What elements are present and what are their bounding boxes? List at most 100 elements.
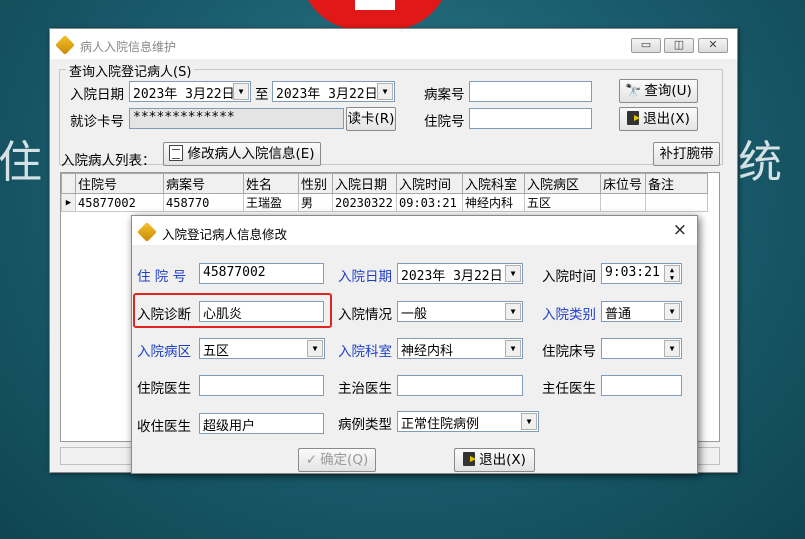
- diagnosis-highlight-box: [133, 293, 332, 328]
- dlg-resident-input[interactable]: [199, 375, 324, 396]
- dlg-admit-date-picker[interactable]: 2023年 3月22日 ▼: [397, 263, 523, 284]
- table-cell[interactable]: [645, 193, 708, 212]
- chevron-down-icon[interactable]: ▼: [664, 303, 680, 320]
- table-cell[interactable]: 王瑞盈: [243, 193, 299, 212]
- card-no-label: 就诊卡号: [70, 114, 124, 130]
- background-text-right: 统: [738, 137, 782, 188]
- chevron-down-icon[interactable]: ▼: [233, 83, 249, 100]
- case-no-input[interactable]: [469, 81, 592, 102]
- dlg-dept-label: 入院科室: [338, 344, 392, 360]
- dlg-condition-select[interactable]: 一般 ▼: [397, 301, 523, 322]
- table-cell[interactable]: 20230322: [332, 193, 397, 212]
- edit-admission-label: 修改病人入院信息(E): [187, 146, 315, 162]
- dlg-admit-date-label: 入院日期: [338, 269, 392, 285]
- dlg-condition-label: 入院情况: [338, 307, 392, 323]
- dlg-category-label: 入院类别: [542, 307, 596, 323]
- confirm-button-label: 确定(Q): [320, 452, 369, 468]
- table-row[interactable]: ▶ 45877002 458770 王瑞盈 男 20230322 09:03:2…: [61, 193, 708, 212]
- column-header[interactable]: 入院日期: [332, 173, 397, 194]
- query-group-legend: 查询入院登记病人(S): [66, 61, 195, 80]
- to-label: 至: [255, 87, 269, 103]
- table-cell[interactable]: [600, 193, 646, 212]
- column-header[interactable]: 入院病区: [524, 173, 601, 194]
- chevron-down-icon[interactable]: ▼: [505, 340, 521, 357]
- checkmark-icon: ✓: [305, 452, 318, 468]
- date-from-picker[interactable]: 2023年 3月22日 ▼: [129, 81, 251, 102]
- close-button[interactable]: ✕: [698, 38, 728, 53]
- dlg-ward-select[interactable]: 五区 ▼: [199, 338, 325, 359]
- dlg-attending-input[interactable]: [397, 375, 523, 396]
- table-cell[interactable]: 男: [298, 193, 333, 212]
- column-header[interactable]: 姓名: [243, 173, 299, 194]
- indicator-header: [61, 173, 76, 194]
- chevron-down-icon[interactable]: ▼: [505, 303, 521, 320]
- dlg-admitting-label: 收住医生: [137, 419, 191, 435]
- column-header[interactable]: 备注: [645, 173, 708, 194]
- query-button[interactable]: 🔭 查询(U): [619, 79, 698, 103]
- column-header[interactable]: 病案号: [163, 173, 244, 194]
- dlg-ward-label: 入院病区: [137, 344, 191, 360]
- dlg-admit-time-spinner[interactable]: 9:03:21 ▲ ▼: [601, 263, 682, 284]
- spinner-updown-icon[interactable]: ▲ ▼: [664, 265, 680, 282]
- dlg-inpatient-no-input[interactable]: 45877002: [199, 263, 324, 284]
- read-card-button[interactable]: 读卡(R): [346, 107, 396, 131]
- dialog-close-icon[interactable]: ×: [673, 220, 687, 240]
- exit-button-label: 退出(X): [643, 111, 690, 127]
- table-cell[interactable]: 45877002: [75, 193, 164, 212]
- dialog-exit-button[interactable]: 退出(X): [454, 448, 535, 472]
- dlg-category-select[interactable]: 普通 ▼: [601, 301, 682, 322]
- main-window-title: 病人入院信息维护: [80, 40, 177, 54]
- main-titlebar: 病人入院信息维护 ▭ ◫ ✕: [50, 29, 737, 59]
- minimize-button[interactable]: ▭: [631, 38, 661, 53]
- table-cell[interactable]: 09:03:21: [396, 193, 463, 212]
- column-header[interactable]: 入院时间: [396, 173, 463, 194]
- dlg-inpatient-no-label: 住 院 号: [137, 269, 187, 285]
- inpatient-no-input[interactable]: [469, 108, 592, 129]
- exit-door-icon: [463, 452, 477, 466]
- dlg-bed-select[interactable]: ▼: [601, 338, 682, 359]
- reprint-wristband-button[interactable]: 补打腕带: [653, 142, 720, 166]
- dlg-case-type-select[interactable]: 正常住院病例 ▼: [397, 411, 539, 432]
- dlg-condition-value: 一般: [401, 307, 428, 322]
- exit-button[interactable]: 退出(X): [619, 107, 698, 131]
- edit-admission-button[interactable]: 修改病人入院信息(E): [163, 142, 321, 166]
- inpatient-no-label: 住院号: [424, 114, 465, 130]
- date-to-value: 2023年 3月22日: [276, 87, 378, 102]
- table-cell[interactable]: 五区: [524, 193, 601, 212]
- dialog-exit-label: 退出(X): [479, 452, 526, 468]
- date-to-picker[interactable]: 2023年 3月22日 ▼: [272, 81, 395, 102]
- maximize-button[interactable]: ◫: [664, 38, 694, 53]
- dlg-case-type-value: 正常住院病例: [401, 417, 480, 432]
- dlg-admit-time-label: 入院时间: [542, 269, 596, 285]
- dlg-bed-label: 住院床号: [542, 344, 596, 360]
- dlg-chief-input[interactable]: [601, 375, 682, 396]
- row-indicator-icon: ▶: [61, 193, 76, 212]
- background-logo: [300, 0, 450, 30]
- patient-list-label: 入院病人列表：: [61, 153, 156, 169]
- binoculars-icon: 🔭: [625, 84, 642, 99]
- exit-door-icon: [627, 111, 641, 125]
- column-header[interactable]: 住院号: [75, 173, 164, 194]
- table-cell[interactable]: 458770: [163, 193, 244, 212]
- dialog-title: 入院登记病人信息修改: [162, 227, 288, 242]
- dlg-dept-select[interactable]: 神经内科 ▼: [397, 338, 523, 359]
- column-header[interactable]: 床位号: [600, 173, 646, 194]
- admit-date-label: 入院日期: [70, 87, 124, 103]
- app-icon: [55, 35, 75, 55]
- dialog-titlebar: 入院登记病人信息修改 ×: [132, 216, 697, 245]
- dlg-dept-value: 神经内科: [401, 344, 454, 359]
- chevron-down-icon[interactable]: ▼: [377, 83, 393, 100]
- chevron-down-icon[interactable]: ▼: [505, 265, 521, 282]
- chevron-down-icon[interactable]: ▼: [521, 413, 537, 430]
- column-header[interactable]: 入院科室: [462, 173, 525, 194]
- dlg-admitting-input[interactable]: 超级用户: [199, 413, 324, 434]
- dlg-category-value: 普通: [605, 307, 632, 322]
- chevron-down-icon[interactable]: ▼: [307, 340, 323, 357]
- column-header[interactable]: 性别: [298, 173, 333, 194]
- date-from-value: 2023年 3月22日: [133, 87, 235, 102]
- confirm-button[interactable]: ✓ 确定(Q): [298, 448, 376, 472]
- table-cell[interactable]: 神经内科: [462, 193, 525, 212]
- query-button-label: 查询(U): [644, 83, 692, 99]
- card-no-input[interactable]: *************: [129, 108, 344, 129]
- chevron-down-icon[interactable]: ▼: [664, 340, 680, 357]
